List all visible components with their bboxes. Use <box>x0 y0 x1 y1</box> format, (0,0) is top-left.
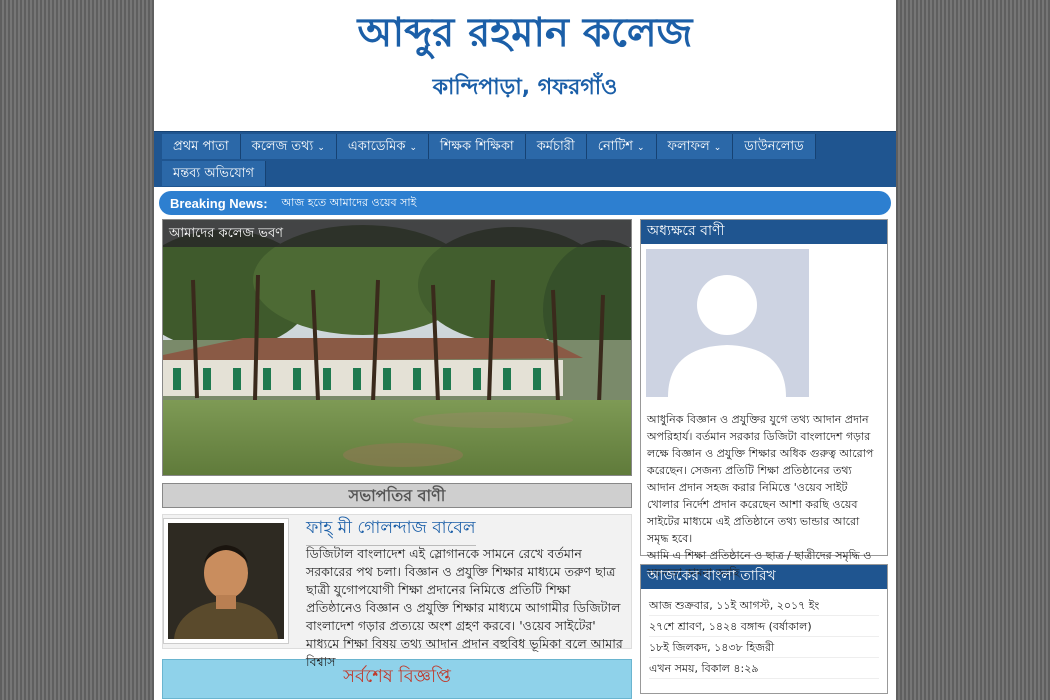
slider-caption: আমাদের কলেজ ভবণ <box>163 220 631 247</box>
chairman-photo <box>163 518 289 681</box>
college-building-photo <box>163 220 631 475</box>
chevron-down-icon: ⌄ <box>637 143 645 153</box>
chairman-message-box: ফাহ্ মী গোলন্দাজ বাবেল ডিজিটাল বাংলাদেশ … <box>162 514 632 681</box>
chevron-down-icon: ⌄ <box>713 143 722 153</box>
bangla-date-widget: আজকের বাংলা তারিখ আজ শুক্রবার, ১১ই আগস্ট… <box>640 564 888 694</box>
nav-item[interactable]: নোটিশ ⌄ <box>586 134 657 159</box>
site-subtitle: কান্দিপাড়া, গফরগাঁও <box>432 75 618 100</box>
nav-row: মন্তব্য অভিযোগ <box>162 161 890 187</box>
college-photo-slider[interactable]: আমাদের কলেজ ভবণ <box>162 219 632 476</box>
nav-item-label: কর্মচারী <box>536 139 575 154</box>
main-navbar: প্রথম পাতা কলেজ তথ্য ⌄ একাডেমিক ⌄ শিক্ষক শিক্… <box>154 131 896 187</box>
avatar-placeholder-icon <box>646 249 809 397</box>
nav-item[interactable]: শিক্ষক শিক্ষিকা <box>429 134 526 159</box>
page-container: আব্দুর রহমান কলেজ কান্দিপাড়া, গফরগাঁও প… <box>154 0 896 700</box>
date-line: ১৮ই জিলকদ, ১৪৩৮ হিজরী <box>649 637 879 658</box>
nav-item[interactable]: প্রথম পাতা <box>162 134 241 159</box>
nav-item-label: মন্তব্য অভিযোগ <box>173 166 254 181</box>
nav-item-label: কলেজ তথ্য <box>251 139 314 154</box>
principal-message-text: আধুনিক বিজ্ঞান ও প্রযুক্তির যুগে তথ্য আদ… <box>641 401 887 581</box>
site-header: আব্দুর রহমান কলেজ কান্দিপাড়া, গফরগাঁও <box>154 0 896 131</box>
nav-item[interactable]: কর্মচারী <box>525 134 587 159</box>
chevron-down-icon: ⌄ <box>317 143 325 153</box>
nav-item[interactable]: কলেজ তথ্য ⌄ <box>240 134 337 159</box>
principal-message-paragraph: আধুনিক বিজ্ঞান ও প্রযুক্তির যুগে তথ্য আদ… <box>647 413 874 545</box>
nav-item-label: ডাউনলোড <box>744 139 804 154</box>
breaking-news-label: Breaking News: <box>170 195 268 211</box>
site-title[interactable]: আব্দুর রহমান কলেজ <box>154 0 896 58</box>
chairman-name: ফাহ্ মী গোলন্দাজ বাবেল <box>306 515 476 546</box>
breaking-news-text[interactable]: আজ হতে আমাদের ওয়েব সাই <box>282 194 417 213</box>
date-line: আজ শুক্রবার, ১১ই আগস্ট, ২০১৭ ইং <box>649 595 879 616</box>
breaking-news-ticker: Breaking News: আজ হতে আমাদের ওয়েব সাই <box>159 191 891 215</box>
nav-item[interactable]: একাডেমিক ⌄ <box>336 134 429 159</box>
date-line: এখন সময়, বিকাল ৪:২৯ <box>649 658 879 679</box>
date-line: ২৭শে শ্রাবণ, ১৪২৪ বঙ্গাব্দ (বর্ষাকাল) <box>649 616 879 637</box>
bangla-date-lines: আজ শুক্রবার, ১১ই আগস্ট, ২০১৭ ইং ২৭শে শ্র… <box>641 589 887 685</box>
sidebar: অধ্যক্ষরে বাণী আধুনিক বিজ্ঞান ও প্রযুক্ত… <box>640 219 888 694</box>
nav-item-label: শিক্ষক শিক্ষিকা <box>440 139 514 154</box>
bangla-date-title: আজকের বাংলা তারিখ <box>641 565 887 589</box>
nav-row: প্রথম পাতা কলেজ তথ্য ⌄ একাডেমিক ⌄ শিক্ষক শিক্… <box>162 134 890 160</box>
chairman-portrait <box>168 523 284 681</box>
chevron-down-icon: ⌄ <box>409 143 417 153</box>
nav-item-label: একাডেমিক <box>347 139 406 154</box>
nav-item[interactable]: মন্তব্য অভিযোগ <box>162 161 266 186</box>
chairman-message-heading: সভাপতির বাণী <box>162 483 632 508</box>
main-content: আমাদের কলেজ ভবণ সভাপতির বাণী ফাহ্ মী গোল… <box>162 219 632 699</box>
principal-message-box: অধ্যক্ষরে বাণী আধুনিক বিজ্ঞান ও প্রযুক্ত… <box>640 219 888 579</box>
nav-item-label: প্রথম পাতা <box>173 139 229 154</box>
nav-item[interactable]: ডাউনলোড <box>733 134 816 159</box>
nav-item[interactable]: ফলাফল ⌄ <box>656 134 734 159</box>
nav-item-label: ফলাফল <box>667 139 710 154</box>
chairman-message-text: ডিজিটাল বাংলাদেশ এই স্লোগানকে সামনে রেখে… <box>306 546 623 669</box>
principal-message-title: অধ্যক্ষরে বাণী <box>641 220 887 244</box>
nav-item-label: নোটিশ <box>597 139 633 154</box>
